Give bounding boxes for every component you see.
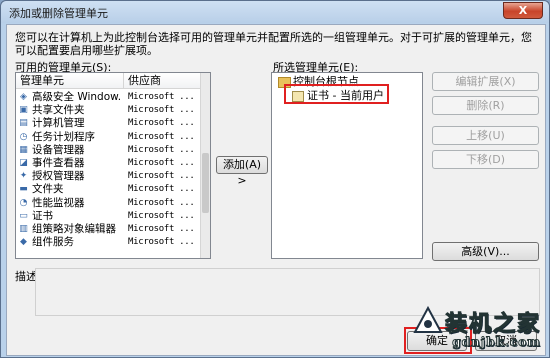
snapin-name: 性能监视器 (32, 196, 85, 209)
tree-node-console-root[interactable]: 控制台根节点 (278, 75, 359, 88)
list-item[interactable]: ▬ 文件夹 Microsoft ... (16, 183, 199, 196)
snapin-name: 组策略对象编辑器 (32, 223, 116, 235)
snapin-name: 事件查看器 (32, 157, 85, 169)
close-button[interactable]: X (503, 2, 543, 19)
snapin-vendor: Microsoft ... (128, 210, 195, 221)
intro-text: 您可以在计算机上为此控制台选择可用的管理单元并配置所选的一组管理单元。对于可扩展… (15, 31, 532, 57)
computer-management-icon: ▤ (19, 118, 28, 129)
snapin-name: 授权管理器 (32, 170, 85, 183)
list-item[interactable]: ◷ 任务计划程序 Microsoft ... (16, 131, 199, 144)
available-snapins-list[interactable]: 管理单元 供应商 ◈ 高级安全 Window... Microsoft ... ▣ 共享… (15, 72, 211, 259)
authorization-manager-icon: ✦ (19, 171, 28, 182)
certificate-icon: ▭ (19, 210, 28, 221)
move-up-button[interactable]: 上移(U) (432, 126, 539, 145)
snapin-vendor: Microsoft ... (128, 92, 195, 102)
snapin-vendor: Microsoft ... (128, 184, 195, 195)
snapin-name: 组件服务 (32, 236, 74, 249)
dialog-window: 添加或删除管理单元 X 您可以在计算机上为此控制台选择可用的管理单元并配置所选的… (0, 0, 550, 358)
snapin-vendor: Microsoft ... (128, 171, 195, 182)
certificates-node-label: 证书 - 当前用户 (307, 89, 384, 102)
selected-snapins-tree[interactable]: 控制台根节点 证书 - 当前用户 (271, 72, 423, 259)
advanced-button[interactable]: 高级(V)... (432, 242, 539, 261)
list-item[interactable]: ◔ 性能监视器 Microsoft ... (16, 197, 199, 210)
event-viewer-icon: ◪ (19, 158, 28, 168)
list-item[interactable]: ▦ 设备管理器 Microsoft ... (16, 144, 199, 157)
folder-icon (278, 76, 291, 88)
move-down-button[interactable]: 下移(D) (432, 150, 539, 169)
group-policy-icon: ▥ (19, 224, 28, 234)
column-header-snapin[interactable]: 管理单元 (16, 73, 124, 89)
list-item[interactable]: ✦ 授权管理器 Microsoft ... (16, 170, 199, 183)
watermark-logo-icon (413, 306, 443, 333)
console-root-label: 控制台根节点 (293, 75, 359, 88)
title-bar: 添加或删除管理单元 X (1, 1, 549, 23)
device-manager-icon: ▦ (19, 144, 28, 155)
watermark: 装机之家 gdnjbk.com (413, 306, 541, 350)
snapin-vendor: Microsoft ... (128, 197, 195, 208)
snapin-vendor: Microsoft ... (128, 144, 195, 155)
snapin-vendor: Microsoft ... (128, 105, 195, 116)
snapin-name: 设备管理器 (32, 143, 85, 156)
snapin-name: 共享文件夹 (32, 104, 85, 117)
list-scrollbar[interactable] (200, 73, 210, 258)
snapin-name: 文件夹 (32, 183, 64, 196)
snapin-name: 证书 (32, 209, 53, 222)
window-title: 添加或删除管理单元 (9, 7, 108, 20)
snapin-vendor: Microsoft ... (128, 118, 195, 129)
task-scheduler-icon: ◷ (19, 131, 28, 142)
add-button[interactable]: 添加(A) > (216, 156, 268, 187)
column-header-vendor[interactable]: 供应商 (124, 73, 202, 89)
folder-icon: ▬ (19, 184, 28, 195)
watermark-title: 装机之家 (444, 311, 541, 338)
list-item[interactable]: ▣ 共享文件夹 Microsoft ... (16, 104, 199, 117)
list-item[interactable]: ▥ 组策略对象编辑器 Microsoft ... (16, 223, 199, 236)
list-item[interactable]: ◆ 组件服务 Microsoft ... (16, 236, 199, 249)
watermark-url: gdnjbk.com (452, 335, 541, 350)
edit-extensions-button[interactable]: 编辑扩展(X) (432, 72, 539, 91)
snapin-vendor: Microsoft ... (128, 224, 195, 234)
list-item[interactable]: ▭ 证书 Microsoft ... (16, 210, 199, 223)
firewall-icon: ◈ (20, 92, 27, 102)
scrollbar-thumb[interactable] (202, 153, 209, 213)
list-item[interactable]: ◪ 事件查看器 Microsoft ... (16, 157, 199, 170)
snapin-vendor: Microsoft ... (128, 131, 195, 142)
certificate-icon (292, 90, 304, 102)
snapin-name: 任务计划程序 (32, 130, 95, 143)
component-services-icon: ◆ (20, 237, 27, 248)
snapin-name: 计算机管理 (32, 117, 85, 130)
snapin-vendor: Microsoft ... (128, 237, 195, 248)
snapin-vendor: Microsoft ... (128, 158, 195, 168)
list-item[interactable]: ◈ 高级安全 Window... Microsoft ... (16, 91, 199, 104)
list-item[interactable]: ▤ 计算机管理 Microsoft ... (16, 117, 199, 130)
remove-button[interactable]: 删除(R) (432, 96, 539, 115)
shared-folder-icon: ▣ (19, 105, 28, 116)
tree-node-certificates[interactable]: 证书 - 当前用户 (292, 89, 384, 102)
snapin-name: 高级安全 Window... (32, 91, 122, 103)
performance-monitor-icon: ◔ (19, 197, 28, 208)
